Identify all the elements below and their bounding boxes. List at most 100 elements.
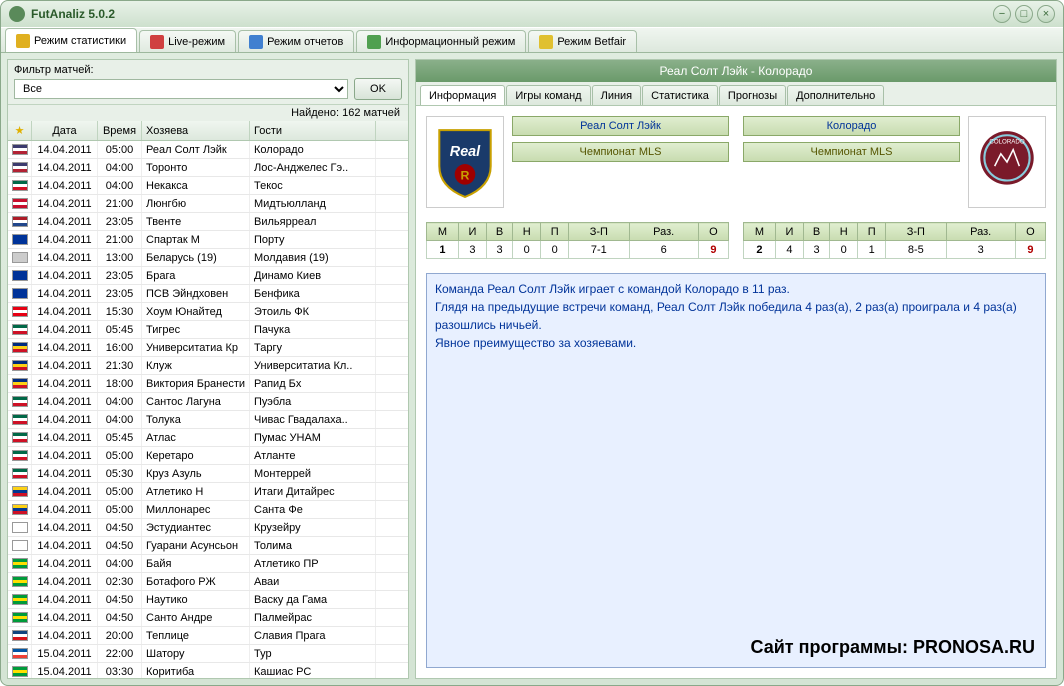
match-row[interactable]: 14.04.201105:00Реал Солт ЛэйкКолорадо [8,141,408,159]
match-row[interactable]: 14.04.201104:50НаутикоВаску да Гама [8,591,408,609]
matches-panel: Фильтр матчей: Все OK Найдено: 162 матче… [7,59,409,679]
match-row[interactable]: 14.04.201123:05ТвентеВильярреал [8,213,408,231]
away-team-button[interactable]: Колорадо [743,116,960,136]
tab-icon [249,35,263,49]
detail-panel: Реал Солт Лэйк - Колорадо ИнформацияИгры… [415,59,1057,679]
window-title: FutAnaliz 5.0.2 [31,7,993,21]
mode-tab-2[interactable]: Режим отчетов [238,30,354,52]
matches-list[interactable]: 14.04.201105:00Реал Солт ЛэйкКолорадо14.… [8,141,408,678]
found-count: Найдено: 162 матчей [8,105,408,121]
match-row[interactable]: 14.04.201104:00Сантос ЛагунаПуэбла [8,393,408,411]
flag-icon [12,630,28,641]
match-row[interactable]: 14.04.201120:00ТеплицеСлавия Прага [8,627,408,645]
flag-icon [12,234,28,245]
col-date[interactable]: Дата [32,121,98,140]
match-row[interactable]: 14.04.201104:50Гуарани АсунсьонТолима [8,537,408,555]
flag-icon [12,360,28,371]
away-stats-table: МИВНПЗ-ПРаз.О243018-539 [743,222,1046,259]
flag-icon [12,486,28,497]
home-league-button[interactable]: Чемпионат MLS [512,142,729,162]
match-row[interactable]: 14.04.201104:50ЭстудиантесКрузейру [8,519,408,537]
mode-tab-4[interactable]: Режим Betfair [528,30,637,52]
flag-icon [12,180,28,191]
filter-ok-button[interactable]: OK [354,78,402,100]
match-row[interactable]: 15.04.201122:00ШаторуТур [8,645,408,663]
flag-icon [12,306,28,317]
match-row[interactable]: 14.04.201118:00Виктория БранестиРапид Бх [8,375,408,393]
tab-icon [367,35,381,49]
filter-select[interactable]: Все [14,79,348,99]
mode-tabs: Режим статистикиLive-режимРежим отчетовИ… [1,27,1063,53]
detail-tabs: ИнформацияИгры командЛинияСтатистикаПрог… [416,82,1056,106]
svg-text:COLORADO: COLORADO [989,139,1024,146]
flag-icon [12,576,28,587]
match-row[interactable]: 14.04.201121:00Спартак МПорту [8,231,408,249]
col-home[interactable]: Хозяева [142,121,250,140]
tab-icon [16,34,30,48]
flag-icon [12,594,28,605]
svg-text:Real: Real [450,144,481,160]
flag-icon [12,522,28,533]
match-row[interactable]: 14.04.201123:05БрагаДинамо Киев [8,267,408,285]
match-row[interactable]: 14.04.201105:00МиллонаресСанта Фе [8,501,408,519]
maximize-button[interactable]: □ [1015,5,1033,23]
flag-icon [12,324,28,335]
match-row[interactable]: 14.04.201105:45АтласПумас УНАМ [8,429,408,447]
flag-icon [12,450,28,461]
away-league-button[interactable]: Чемпионат MLS [743,142,960,162]
flag-icon [12,144,28,155]
minimize-button[interactable]: − [993,5,1011,23]
flag-icon [12,468,28,479]
filter-label: Фильтр матчей: [14,64,402,76]
flag-icon [12,540,28,551]
match-row[interactable]: 14.04.201102:30Ботафого РЖАваи [8,573,408,591]
flag-icon [12,342,28,353]
match-row[interactable]: 14.04.201104:00ТолукаЧивас Гвадалаха.. [8,411,408,429]
match-row[interactable]: 14.04.201105:00Атлетико НИтаги Дитайрес [8,483,408,501]
match-row[interactable]: 14.04.201105:45ТигресПачука [8,321,408,339]
flag-icon [12,414,28,425]
detail-tab-4[interactable]: Прогнозы [719,85,786,105]
tab-icon [539,35,553,49]
col-away[interactable]: Гости [250,121,376,140]
match-row[interactable]: 14.04.201104:00НекаксаТекос [8,177,408,195]
match-row[interactable]: 15.04.201103:30КоритибаКашиас РС [8,663,408,678]
match-row[interactable]: 14.04.201116:00Университатиа КрТаргу [8,339,408,357]
match-row[interactable]: 14.04.201104:00ТоронтоЛос-Анджелес Гэ.. [8,159,408,177]
flag-icon [12,504,28,515]
mode-tab-1[interactable]: Live-режим [139,30,236,52]
match-row[interactable]: 14.04.201113:00Беларусь (19)Молдавия (19… [8,249,408,267]
mode-tab-0[interactable]: Режим статистики [5,28,137,52]
detail-tab-1[interactable]: Игры команд [506,85,590,105]
flag-icon [12,378,28,389]
watermark: Сайт программы: PRONOSA.RU [751,634,1035,661]
match-row[interactable]: 14.04.201104:50Санто АндреПалмейрас [8,609,408,627]
mode-tab-3[interactable]: Информационный режим [356,30,526,52]
detail-tab-2[interactable]: Линия [592,85,642,105]
flag-icon [12,216,28,227]
match-row[interactable]: 14.04.201121:30КлужУниверситатиа Кл.. [8,357,408,375]
match-row[interactable]: 14.04.201123:05ПСВ ЭйндховенБенфика [8,285,408,303]
titlebar: FutAnaliz 5.0.2 − □ × [1,1,1063,27]
match-row[interactable]: 14.04.201115:30Хоум ЮнайтедЭтоиль ФК [8,303,408,321]
match-row[interactable]: 14.04.201121:00ЛюнгбюМидтьюлланд [8,195,408,213]
detail-tab-0[interactable]: Информация [420,85,505,105]
app-icon [9,6,25,22]
match-row[interactable]: 14.04.201104:00БайяАтлетико ПР [8,555,408,573]
svg-text:R: R [461,168,470,182]
detail-tab-5[interactable]: Дополнительно [787,85,884,105]
col-time[interactable]: Время [98,121,142,140]
home-team-button[interactable]: Реал Солт Лэйк [512,116,729,136]
flag-icon [12,162,28,173]
match-row[interactable]: 14.04.201105:30Круз АзульМонтеррей [8,465,408,483]
flag-icon [12,396,28,407]
close-button[interactable]: × [1037,5,1055,23]
flag-icon [12,612,28,623]
flag-icon [12,432,28,443]
match-row[interactable]: 14.04.201105:00КеретароАтланте [8,447,408,465]
detail-tab-3[interactable]: Статистика [642,85,718,105]
match-header: Реал Солт Лэйк - Колорадо [416,60,1056,82]
home-stats-table: МИВНПЗ-ПРаз.О133007-169 [426,222,729,259]
tab-icon [150,35,164,49]
flag-icon [12,288,28,299]
